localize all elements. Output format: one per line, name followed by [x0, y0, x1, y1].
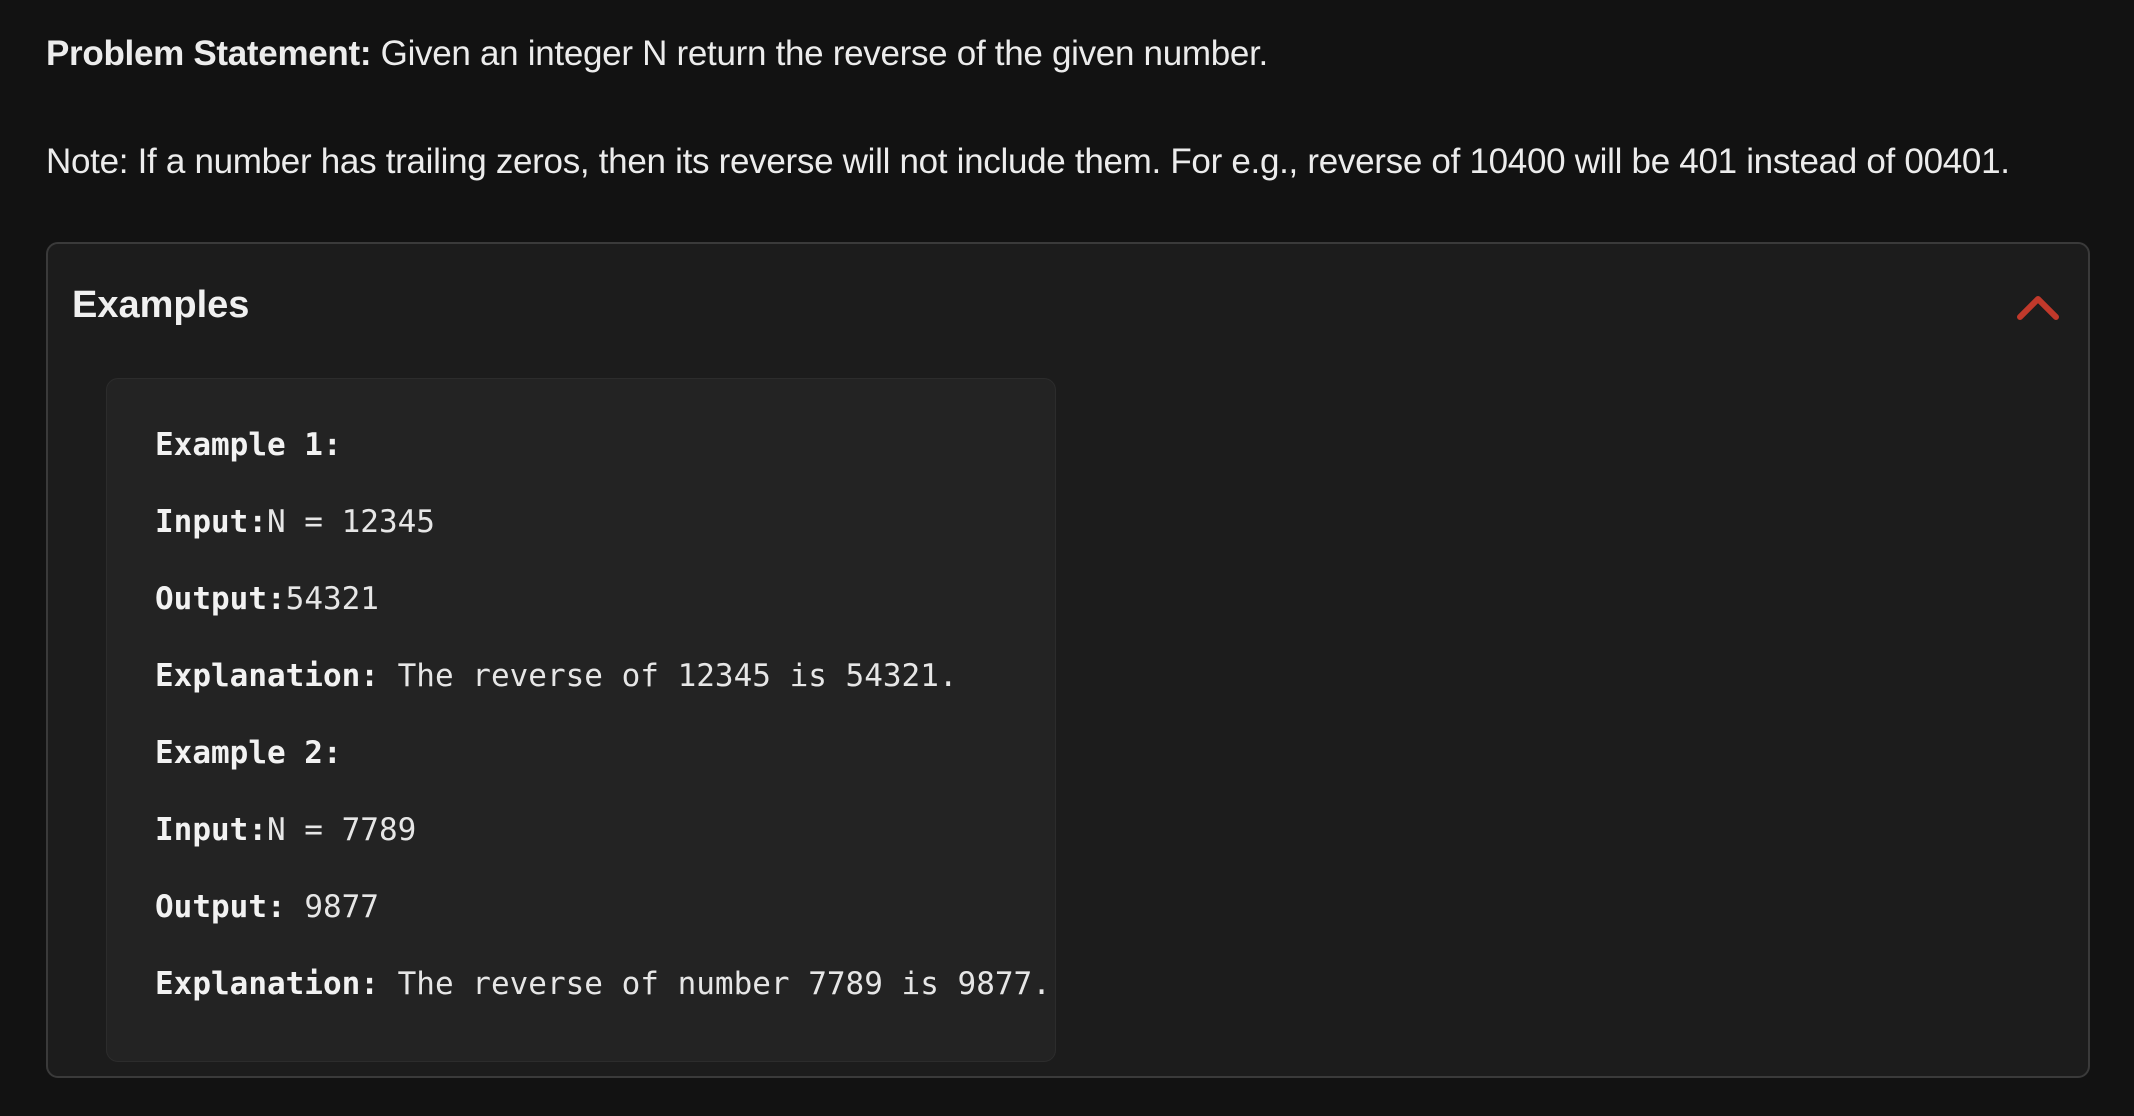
- explanation-label: Explanation:: [155, 966, 379, 1002]
- input-value: N = 7789: [266, 812, 417, 848]
- problem-statement-text: Given an integer N return the reverse of…: [371, 34, 1269, 73]
- chevron-up-icon: [2017, 296, 2059, 320]
- example-2-heading: Example 2:: [155, 733, 1007, 773]
- output-value: 9877: [285, 889, 379, 925]
- example-2-explanation: Explanation: The reverse of number 7789 …: [155, 964, 1051, 1004]
- problem-statement: Problem Statement: Given an integer N re…: [46, 30, 2086, 78]
- collapse-examples-button[interactable]: [2014, 282, 2062, 330]
- example-heading-text: Example 1:: [155, 427, 342, 463]
- example-1-output: Output:54321: [155, 579, 1007, 619]
- examples-title: Examples: [72, 284, 250, 326]
- output-label: Output:: [155, 889, 286, 925]
- input-value: N = 12345: [266, 504, 435, 540]
- explanation-label: Explanation:: [155, 658, 379, 694]
- problem-note: Note: If a number has trailing zeros, th…: [46, 142, 2010, 181]
- example-1-explanation: Explanation: The reverse of 12345 is 543…: [155, 656, 1007, 696]
- input-label: Input:: [155, 504, 267, 540]
- output-value: 54321: [285, 581, 379, 617]
- explanation-value: The reverse of 12345 is 54321.: [378, 658, 958, 694]
- example-2-output: Output: 9877: [155, 887, 1007, 927]
- problem-statement-label: Problem Statement:: [46, 34, 372, 73]
- examples-panel: Examples Example 1: Input:N = 12345 Outp…: [46, 242, 2090, 1078]
- input-label: Input:: [155, 812, 267, 848]
- example-2-input: Input:N = 7789: [155, 810, 1007, 850]
- examples-code-block: Example 1: Input:N = 12345 Output:54321 …: [106, 378, 1056, 1062]
- example-1-heading: Example 1:: [155, 425, 1007, 465]
- output-label: Output:: [155, 581, 286, 617]
- example-heading-text: Example 2:: [155, 735, 342, 771]
- explanation-value: The reverse of number 7789 is 9877.: [378, 966, 1051, 1002]
- example-1-input: Input:N = 12345: [155, 502, 1007, 542]
